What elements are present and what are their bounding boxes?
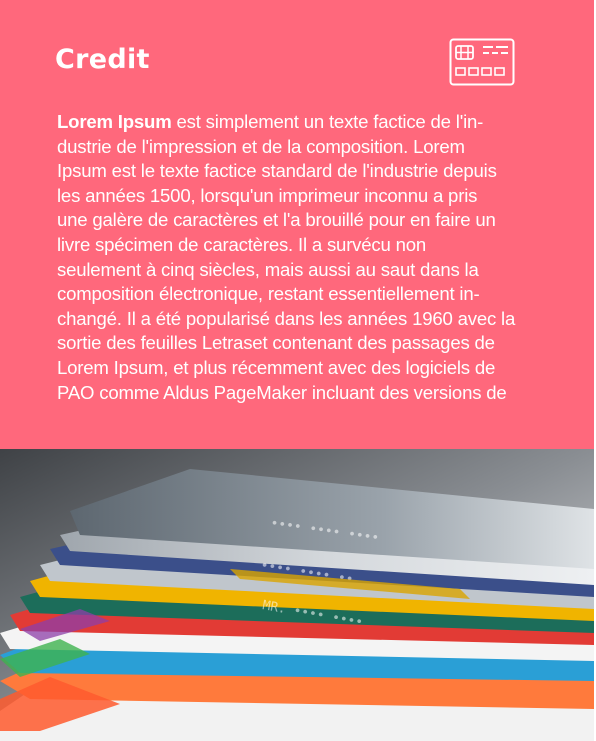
bold-lead: Lorem Ipsum xyxy=(57,111,172,132)
card-title: Credit xyxy=(55,44,150,75)
text-line: composition électronique, restant essent… xyxy=(57,283,480,305)
text-line: Ipsum est le texte factice standard de l… xyxy=(57,160,497,182)
text-line: changé. Il a été popularisé dans les ann… xyxy=(57,307,516,329)
card-description: Lorem Ipsum est simplement un texte fact… xyxy=(57,110,552,405)
text-line: Lorem Ipsum est simplement un texte fact… xyxy=(57,111,484,132)
text-line: les années 1500, lorsqu'un imprimeur inc… xyxy=(57,184,478,206)
credit-card-panel: Credit Lorem Ipsum est simplement un tex… xyxy=(0,0,594,741)
text-line: dustrie de l'impression et de la composi… xyxy=(57,135,465,157)
text-line: seulement à cinq siècles, mais aussi au … xyxy=(57,258,479,280)
stacked-credit-cards-photo: •••• •••• •••• •••• •••• •• MR. •••• •••… xyxy=(0,449,594,741)
text-line: PAO comme Aldus PageMaker incluant des v… xyxy=(57,381,507,403)
credit-card-icon xyxy=(449,38,515,86)
text-line: sortie des feuilles Letraset contenant d… xyxy=(57,332,495,354)
text-line: livre spécimen de caractères. Il a survé… xyxy=(57,233,427,255)
text-line: une galère de caractères et l'a brouillé… xyxy=(57,209,496,231)
text-line: Lorem Ipsum, et plus récemment avec des … xyxy=(57,356,496,378)
pink-header-panel: Credit Lorem Ipsum est simplement un tex… xyxy=(0,0,594,449)
